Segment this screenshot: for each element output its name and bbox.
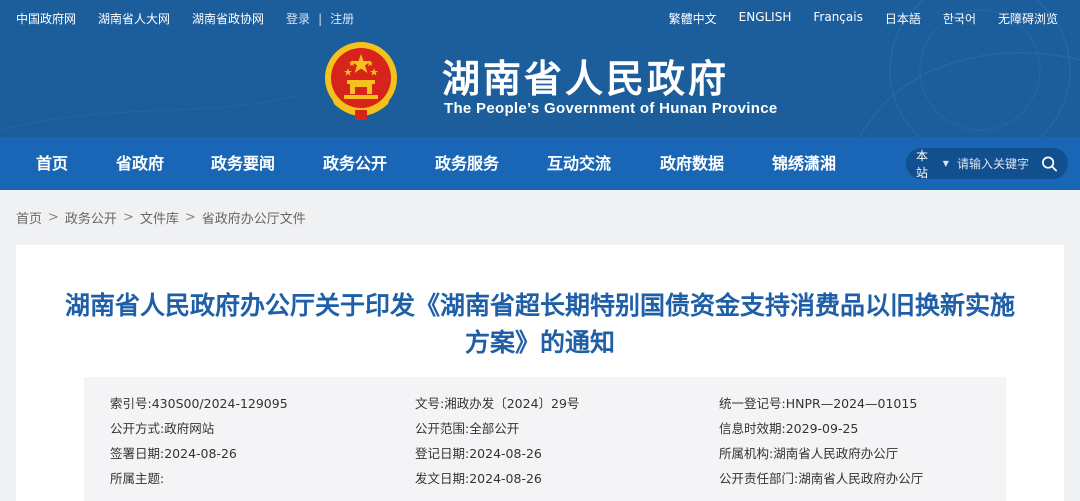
lang-traditional-chinese[interactable]: 繁體中文 [669, 10, 717, 27]
language-links: 繁體中文 ENGLISH Français 日本語 한국어 无障碍浏览 [647, 10, 1058, 27]
main-navigation: 首页 省政府 政务要闻 政务公开 政务服务 互动交流 政府数据 锦绣潇湘 本站 … [0, 137, 1080, 190]
metadata-row: 公开方式:政府网站 公开范围:全部公开 信息时效期:2029-09-25 [84, 418, 1006, 442]
register-link[interactable]: 注册 [330, 10, 354, 27]
top-links-bar: 中国政府网 湖南省人大网 湖南省政协网 登录 | 注册 [16, 10, 354, 27]
nav-item-interaction[interactable]: 互动交流 [547, 137, 611, 190]
site-title-english: The People’s Government of Hunan Provinc… [444, 100, 778, 117]
top-link-gov-cn[interactable]: 中国政府网 [16, 10, 76, 27]
metadata-row: 签署日期:2024-08-26 登记日期:2024-08-26 所属机构:湖南省… [84, 443, 1006, 467]
breadcrumb-separator: > [122, 210, 134, 225]
breadcrumb-separator: > [184, 210, 196, 225]
site-header: 中国政府网 湖南省人大网 湖南省政协网 登录 | 注册 繁體中文 ENGLISH… [0, 0, 1080, 137]
lang-korean[interactable]: 한국어 [943, 10, 976, 27]
breadcrumb-home[interactable]: 首页 [16, 208, 42, 227]
top-link-cppcc[interactable]: 湖南省政协网 [192, 10, 264, 27]
site-title: 湖南省人民政府 [442, 56, 730, 101]
metadata-signing-date: 签署日期:2024-08-26 [110, 446, 237, 461]
metadata-registration-date: 登记日期:2024-08-26 [415, 446, 542, 461]
nav-item-gov-services[interactable]: 政务服务 [435, 137, 499, 190]
search-icon[interactable] [1041, 155, 1058, 173]
top-link-npc[interactable]: 湖南省人大网 [98, 10, 170, 27]
metadata-issuing-agency: 所属机构:湖南省人民政府办公厅 [719, 446, 899, 461]
metadata-validity-period: 信息时效期:2029-09-25 [719, 421, 859, 436]
metadata-row: 索引号:430S00/2024-129095 文号:湘政办发〔2024〕29号 … [84, 393, 1006, 417]
metadata-row: 所属主题: 发文日期:2024-08-26 公开责任部门:湖南省人民政府办公厅 [84, 468, 1006, 492]
auth-separator: | [318, 11, 323, 26]
nav-item-gov-affairs-disclosure[interactable]: 政务公开 [323, 137, 387, 190]
caret-down-icon[interactable]: ▼ [943, 159, 949, 168]
nav-item-gov-data[interactable]: 政府数据 [660, 137, 724, 190]
search-scope-select[interactable]: 本站 [916, 147, 939, 181]
nav-item-provincial-gov[interactable]: 省政府 [116, 137, 164, 190]
lang-english[interactable]: ENGLISH [739, 10, 792, 27]
breadcrumb-office-documents[interactable]: 省政府办公厅文件 [202, 208, 306, 227]
breadcrumb-separator: > [48, 210, 59, 225]
metadata-topic: 所属主题: [110, 471, 165, 486]
site-search: 本站 ▼ [906, 147, 1068, 181]
lang-japanese[interactable]: 日本語 [885, 10, 921, 27]
document-metadata-table: 索引号:430S00/2024-129095 文号:湘政办发〔2024〕29号 … [84, 377, 1006, 501]
metadata-issue-date: 发文日期:2024-08-26 [415, 471, 542, 486]
metadata-disclosure-method: 公开方式:政府网站 [110, 421, 215, 436]
breadcrumb: 首页 > 政务公开 > 文件库 > 省政府办公厅文件 [16, 208, 306, 227]
metadata-responsible-department: 公开责任部门:湖南省人民政府办公厅 [719, 471, 924, 486]
nav-item-gov-news[interactable]: 政务要闻 [211, 137, 275, 190]
article-panel: 湖南省人民政府办公厅关于印发《湖南省超长期特别国债资金支持消费品以旧换新实施方案… [16, 245, 1064, 501]
lang-french[interactable]: Français [813, 10, 862, 27]
search-input[interactable] [956, 156, 1041, 171]
accessibility-link[interactable]: 无障碍浏览 [998, 10, 1058, 27]
document-title: 湖南省人民政府办公厅关于印发《湖南省超长期特别国债资金支持消费品以旧换新实施方案… [64, 291, 1015, 357]
breadcrumb-gov-affairs-disclosure[interactable]: 政务公开 [65, 208, 117, 227]
login-link[interactable]: 登录 [286, 10, 310, 27]
metadata-index-number: 索引号:430S00/2024-129095 [110, 396, 288, 411]
metadata-registration-number: 统一登记号:HNPR—2024—01015 [719, 396, 918, 411]
breadcrumb-file-library[interactable]: 文件库 [140, 208, 179, 227]
national-emblem-icon [325, 42, 397, 120]
metadata-document-number: 文号:湘政办发〔2024〕29号 [415, 396, 580, 411]
nav-item-home[interactable]: 首页 [36, 137, 68, 190]
nav-item-scenic-hunan[interactable]: 锦绣潇湘 [772, 137, 836, 190]
metadata-disclosure-scope: 公开范围:全部公开 [415, 421, 520, 436]
